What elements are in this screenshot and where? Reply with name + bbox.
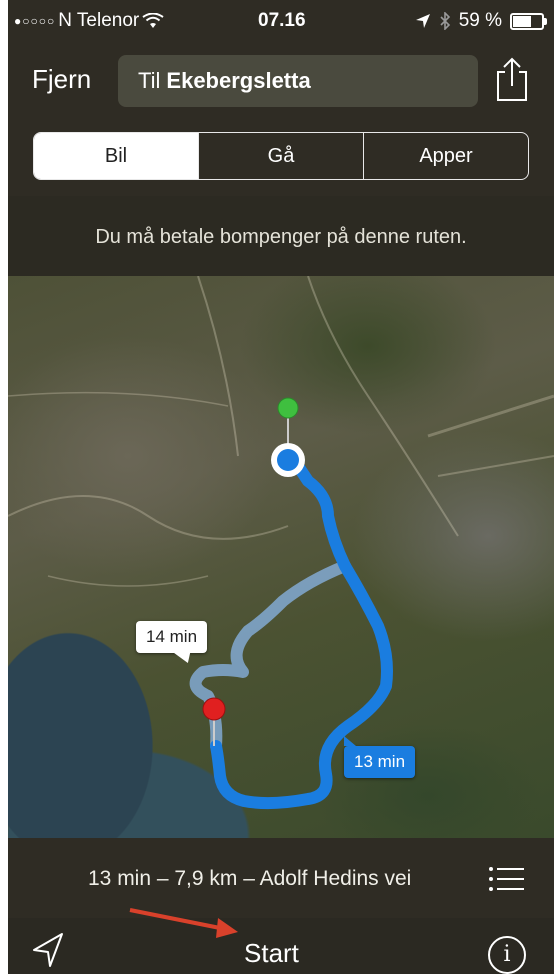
- route-header: Fjern Til Ekebergsletta: [8, 40, 554, 118]
- wifi-icon: [142, 13, 164, 28]
- mode-car[interactable]: Bil: [34, 133, 198, 179]
- city-texture: [8, 276, 554, 587]
- main-route-time-callout[interactable]: 13 min: [344, 736, 416, 778]
- current-location-button-icon[interactable]: [30, 928, 66, 968]
- list-icon[interactable]: [488, 864, 524, 894]
- alt-route-time-callout[interactable]: 14 min: [136, 621, 208, 653]
- share-icon[interactable]: [494, 56, 530, 102]
- carrier-group: ●○○○○ N Telenor: [14, 10, 164, 32]
- mode-walk[interactable]: Gå: [198, 133, 363, 179]
- annotation-arrow-icon: [129, 908, 238, 938]
- current-location-icon[interactable]: [277, 449, 299, 471]
- destination-field[interactable]: Til Ekebergsletta: [118, 55, 478, 107]
- status-right: 59 %: [415, 10, 547, 32]
- signal-dots: ●○○○○: [14, 14, 56, 28]
- clock: 07.16: [258, 10, 306, 31]
- transport-mode-bar: Bil Gå Apper: [8, 118, 554, 197]
- battery-percent: 59 %: [458, 10, 502, 31]
- notice-bar: Du må betale bompenger på denne ruten.: [8, 196, 554, 276]
- end-pin-icon[interactable]: [202, 697, 226, 721]
- phone-screen: ●○○○○ N Telenor 07.16 59 % Fjern Til Eke…: [8, 0, 554, 974]
- toll-notice: Du må betale bompenger på denne ruten.: [95, 226, 467, 248]
- cancel-button[interactable]: Fjern: [32, 64, 91, 95]
- bluetooth-icon: [440, 12, 450, 30]
- map-view[interactable]: 14 min 13 min: [8, 276, 554, 838]
- route-summary: 13 min – 7,9 km – Adolf Hedins vei: [88, 867, 412, 890]
- destination-prefix: Til: [138, 68, 161, 93]
- transport-mode-selector: Bil Gå Apper: [33, 132, 529, 180]
- destination-name: Ekebergsletta: [166, 68, 311, 93]
- battery-icon: [510, 12, 547, 30]
- start-pin-icon[interactable]: [277, 397, 299, 419]
- info-icon[interactable]: i: [488, 936, 526, 974]
- route-overlay: [8, 276, 554, 810]
- mode-apps[interactable]: Apper: [363, 133, 528, 179]
- bottom-toolbar: Start i: [8, 918, 554, 974]
- carrier-name: N Telenor: [58, 10, 140, 31]
- start-button[interactable]: Start: [244, 938, 299, 969]
- location-arrow-icon: [415, 14, 430, 28]
- status-bar: ●○○○○ N Telenor 07.16 59 %: [8, 0, 554, 40]
- route-summary-bar[interactable]: 13 min – 7,9 km – Adolf Hedins vei: [8, 838, 554, 918]
